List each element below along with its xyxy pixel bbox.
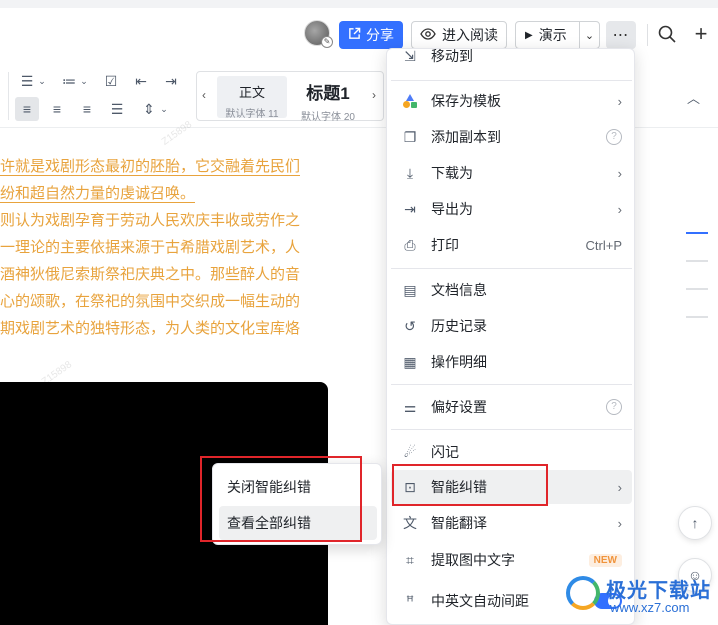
menu-item-doc-info[interactable]: ▤ 文档信息 <box>391 273 632 307</box>
menu-item-add-copy-to[interactable]: ❐ 添加副本到 ? <box>391 120 632 154</box>
chevron-down-icon[interactable]: ⌄ <box>36 72 48 90</box>
edit-badge-icon: ✎ <box>321 36 333 48</box>
menu-item-history[interactable]: ↺ 历史记录 <box>391 309 632 343</box>
outline-indicator[interactable] <box>686 232 708 234</box>
chevron-right-icon: › <box>617 93 622 109</box>
share-button[interactable]: 分享 <box>339 21 403 49</box>
outline-indicator[interactable] <box>686 316 708 318</box>
menu-divider <box>391 268 632 269</box>
more-options-menu: ⇲ 移动到 保存为模板 › ❐ 添加副本到 ? ⤓ 下载为 › ⇥ 导出为 › … <box>386 48 635 625</box>
header-divider <box>647 24 648 46</box>
menu-item-operation-log[interactable]: ▦ 操作明细 <box>391 345 632 379</box>
help-icon[interactable]: ? <box>606 399 622 415</box>
operation-log-icon: ▦ <box>403 354 417 370</box>
help-icon[interactable]: ? <box>606 129 622 145</box>
browser-strip <box>0 0 718 8</box>
history-icon: ↺ <box>404 318 416 334</box>
spacing-icon: ꟸ <box>405 593 415 609</box>
settings-sliders-icon: ⚌ <box>403 399 417 415</box>
export-icon: ⇥ <box>404 201 416 217</box>
bullet-list-icon[interactable]: ☰ <box>18 72 36 90</box>
share-label: 分享 <box>366 27 394 43</box>
present-label: 演示 <box>538 27 567 43</box>
template-icon <box>402 93 418 109</box>
present-dropdown-chevron-icon[interactable]: ⌄ <box>580 29 599 42</box>
chevron-left-icon[interactable]: ‹ <box>202 88 206 102</box>
annotation-highlight-submenu <box>200 456 362 542</box>
toolbar-divider <box>8 72 9 120</box>
paragraph-style-picker: ‹ 正文 默认字体 11 标题1 默认字体 20 › <box>196 71 384 123</box>
eye-icon <box>420 27 436 43</box>
avatar[interactable]: ✎ <box>304 20 333 48</box>
chevron-right-icon: › <box>617 165 622 181</box>
more-options-icon[interactable]: ⋯ <box>606 21 636 49</box>
add-icon[interactable]: + <box>691 22 711 46</box>
menu-item-export-as[interactable]: ⇥ 导出为 › <box>391 192 632 226</box>
chevron-down-icon[interactable]: ⌄ <box>158 100 170 118</box>
doc-line[interactable]: 心的颂歌，在祭祀的氛围中交织成一幅生动的 <box>0 288 330 315</box>
chevron-down-icon[interactable]: ⌄ <box>78 72 90 90</box>
menu-divider <box>391 384 632 385</box>
menu-item-preferences[interactable]: ⚌ 偏好设置 ? <box>391 390 632 424</box>
new-badge: NEW <box>588 553 622 567</box>
checkbox-icon[interactable]: ☑ <box>102 72 120 90</box>
menu-item-print[interactable]: ⎙ 打印 Ctrl+P <box>391 228 632 262</box>
text-scan-icon: ⌗ <box>406 552 414 568</box>
menu-item-move-to[interactable]: ⇲ 移动到 <box>391 48 632 73</box>
site-logo: 极光下载站 www.xz7.com <box>566 572 716 622</box>
doc-line[interactable]: 纷和超自然力量的虔诚召唤。 <box>0 180 330 207</box>
copy-icon: ❐ <box>403 129 417 145</box>
menu-divider <box>391 429 632 430</box>
translate-icon: 文 <box>403 515 417 531</box>
chevron-right-icon: › <box>617 515 622 531</box>
move-icon: ⇲ <box>404 48 416 64</box>
doc-line[interactable]: 一理论的主要依据来源于古希腊戏剧艺术，人 <box>0 234 330 261</box>
present-button[interactable]: ▶ 演示 ⌄ <box>515 21 600 49</box>
menu-divider <box>391 80 632 81</box>
numbered-list-icon[interactable]: ≔ <box>60 72 78 90</box>
doc-line[interactable]: 期戏剧艺术的独特形态，为人类的文化宝库烙 <box>0 315 330 342</box>
outline-indicator[interactable] <box>686 260 708 262</box>
indent-icon[interactable]: ⇥ <box>162 72 180 90</box>
style-heading1[interactable]: 标题1 默认字体 20 <box>293 76 363 123</box>
style-body[interactable]: 正文 默认字体 11 <box>217 76 287 120</box>
doc-line[interactable]: 许就是戏剧形态最初的胚胎，它交融着先民们 <box>0 153 330 180</box>
style-body-name: 正文 <box>238 85 265 100</box>
chevron-right-icon[interactable]: › <box>372 88 376 102</box>
printer-icon: ⎙ <box>404 237 416 253</box>
scroll-top-icon[interactable]: ↑ <box>678 506 712 540</box>
chevron-right-icon: › <box>617 201 622 217</box>
align-justify-icon[interactable]: ☰ <box>108 100 126 118</box>
doc-line[interactable]: 酒神狄俄尼索斯祭祀庆典之中。那些醉人的音 <box>0 261 330 288</box>
flash-note-icon: ☄ <box>403 444 417 460</box>
line-spacing-icon[interactable]: ⇕ <box>140 100 158 118</box>
outdent-icon[interactable]: ⇤ <box>132 72 150 90</box>
reading-mode-button[interactable]: 进入阅读 <box>411 21 507 49</box>
align-left-icon[interactable]: ≡ <box>18 100 36 118</box>
document-info-icon: ▤ <box>403 282 417 298</box>
download-icon: ⤓ <box>406 165 414 181</box>
site-logo-icon <box>566 576 600 610</box>
style-body-font: 默认字体 11 <box>225 109 279 120</box>
menu-item-save-as-template[interactable]: 保存为模板 › <box>391 84 632 118</box>
play-icon: ▶ <box>525 29 533 41</box>
outline-indicator[interactable] <box>686 288 708 290</box>
print-shortcut: Ctrl+P <box>585 237 622 253</box>
style-heading1-name: 标题1 <box>306 84 350 103</box>
collapse-toolbar-chevron-up-icon[interactable]: ︿ <box>687 88 700 107</box>
menu-item-smart-translate[interactable]: 文 智能翻译 › <box>391 506 632 540</box>
annotation-highlight-menu-item <box>392 464 548 506</box>
align-right-icon[interactable]: ≡ <box>78 100 96 118</box>
chevron-right-icon: › <box>617 479 622 495</box>
doc-line[interactable]: 则认为戏剧孕育于劳动人民欢庆丰收或劳作之 <box>0 207 330 234</box>
style-heading1-font: 默认字体 20 <box>301 112 355 123</box>
menu-item-download-as[interactable]: ⤓ 下载为 › <box>391 156 632 190</box>
align-center-icon[interactable]: ≡ <box>48 100 66 118</box>
search-icon[interactable] <box>657 24 677 44</box>
share-icon <box>348 27 361 43</box>
reading-mode-label: 进入阅读 <box>442 27 498 43</box>
